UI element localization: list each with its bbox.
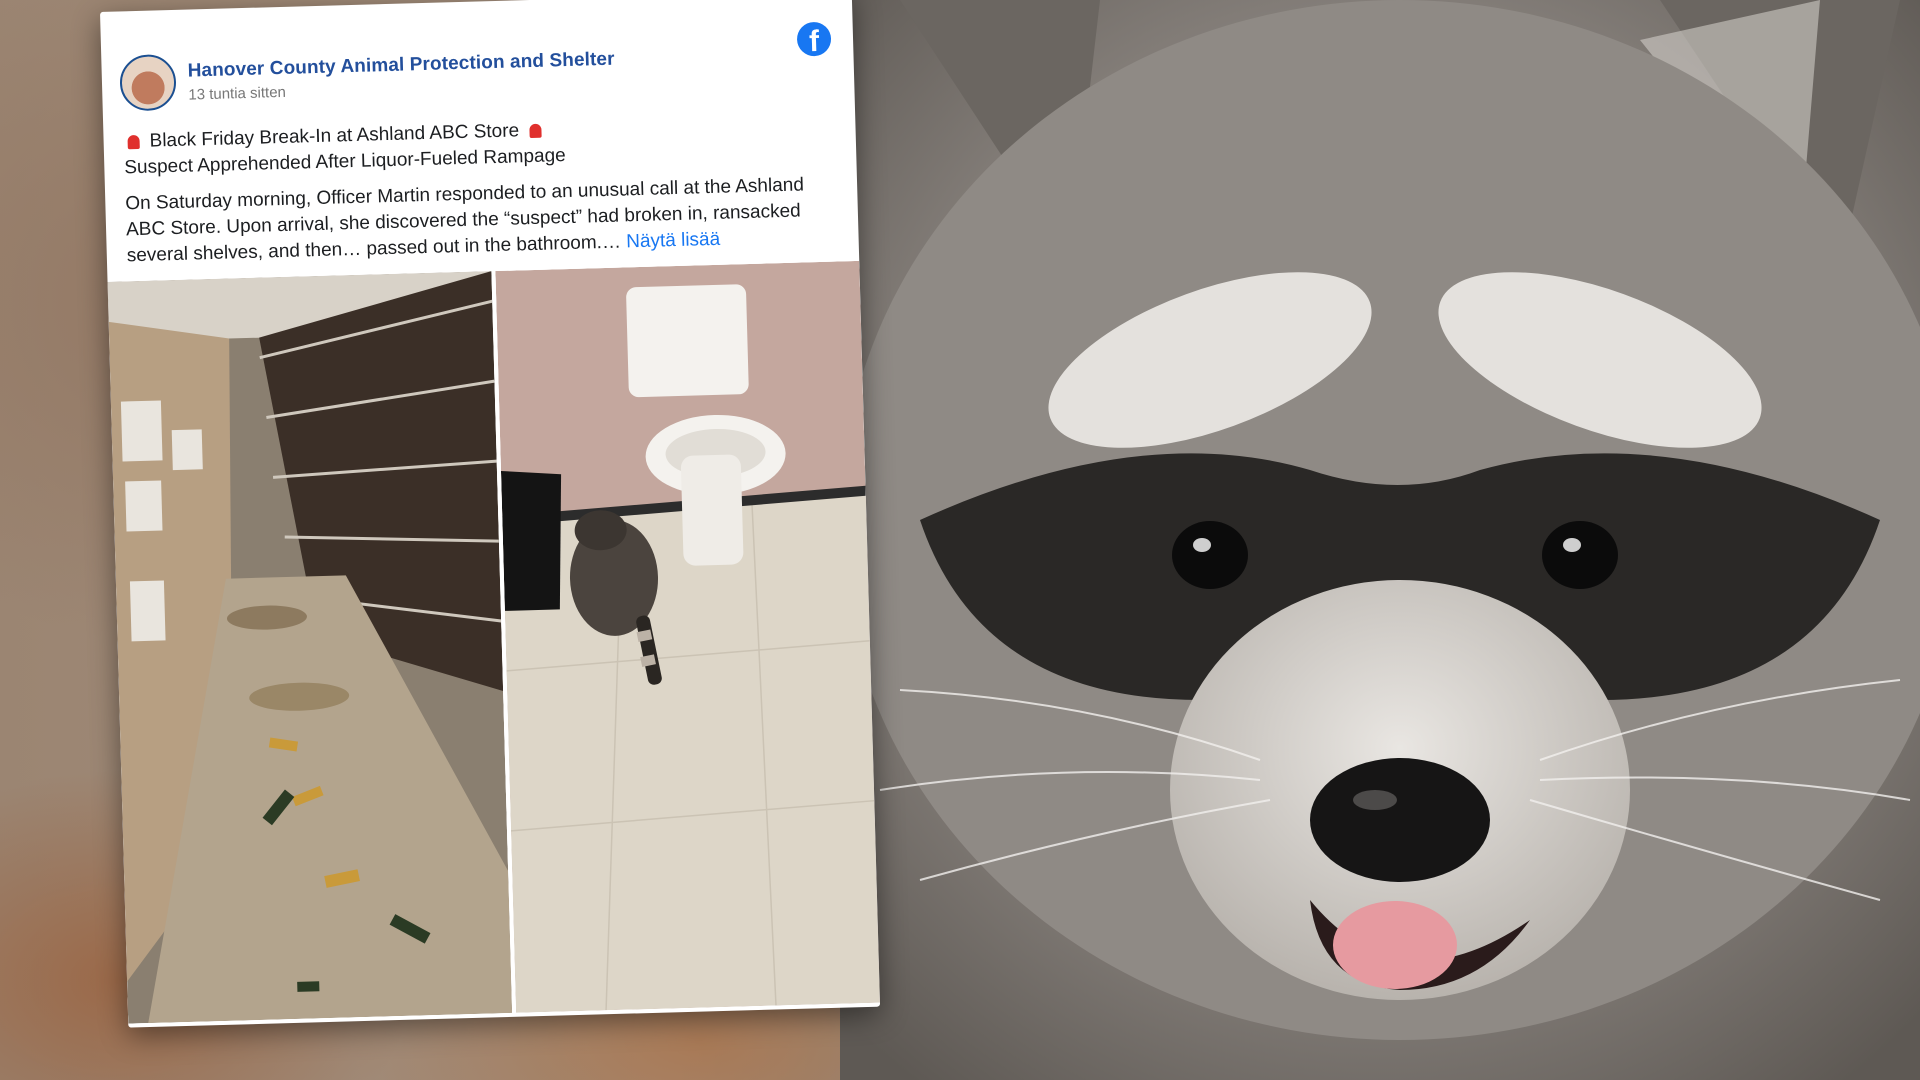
post-header: Hanover County Animal Protection and She… — [119, 34, 834, 114]
bathroom-raccoon-photo[interactable] — [495, 260, 880, 1013]
post-body-text: On Saturday morning, Officer Martin resp… — [125, 174, 805, 267]
see-more-link[interactable]: Näytä lisää — [626, 229, 721, 253]
page-avatar[interactable] — [119, 53, 177, 112]
post-text: On Saturday morning, Officer Martin resp… — [125, 172, 829, 270]
siren-icon — [127, 134, 140, 150]
post-body: Black Friday Break-In at Ashland ABC Sto… — [123, 110, 829, 270]
liquor-aisle-photo[interactable] — [107, 271, 513, 1024]
siren-icon — [528, 123, 542, 139]
raccoon-closeup-photo — [840, 0, 1920, 1080]
facebook-post-card: f Hanover County Animal Protection and S… — [100, 0, 881, 1028]
